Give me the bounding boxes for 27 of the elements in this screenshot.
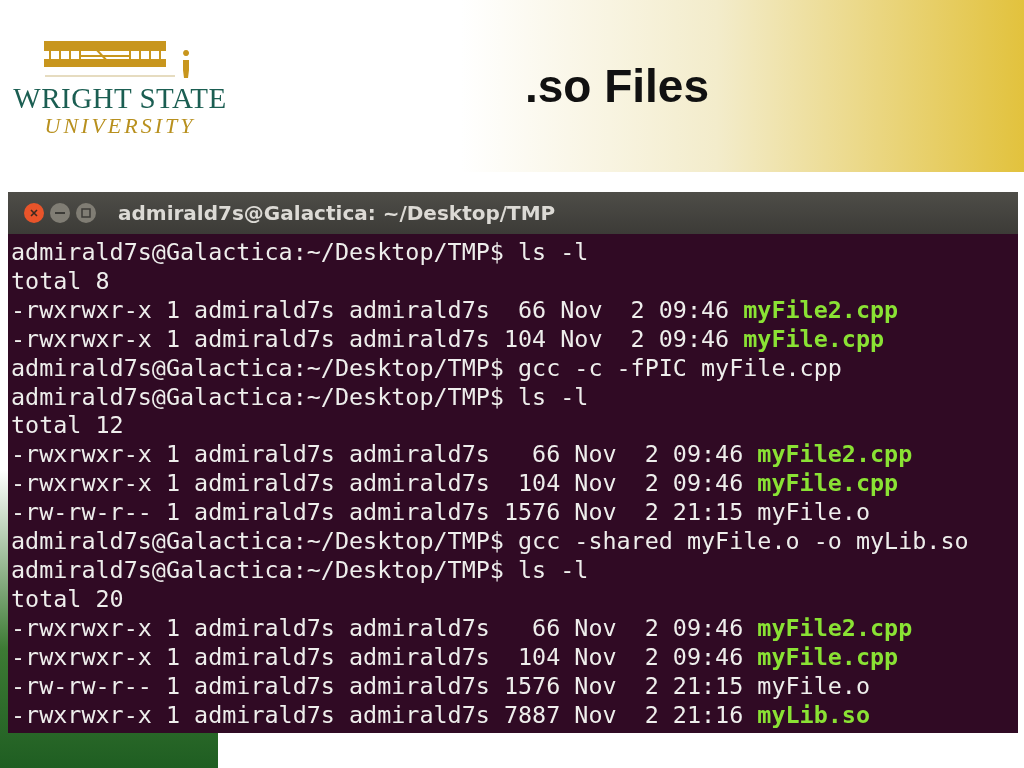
slide-title: .so Files [523,59,711,113]
command-line: admirald7s@Galactica:~/Desktop/TMP$ gcc -c -fPIC myFile.cpp [11,353,842,383]
file-listing-line: -rwxrwxr-x 1 admirald7s admirald7s 66 Nov 2 09:46 myFile2.cpp [11,440,913,470]
command-line: admirald7s@Galactica:~/Desktop/TMP$ ls -l [11,238,589,267]
output-line: total 8 [11,266,110,296]
command-line: admirald7s@Galactica:~/Desktop/TMP$ ls -l [11,555,589,585]
file-listing-line: -rwxrwxr-x 1 admirald7s admirald7s 104 Nov 2 09:46 myFile.cpp [11,324,885,354]
command-line: admirald7s@Galactica:~/Desktop/TMP$ ls -l [11,382,589,412]
file-listing-line: -rwxrwxr-x 1 admirald7s admirald7s 104 Nov 2 09:46 myFile.cpp [11,642,899,672]
file-listing-line: -rwxrwxr-x 1 admirald7s admirald7s 66 Nov 2 09:46 myFile2.cpp [11,295,899,325]
output-line: total 20 [11,584,124,614]
file-listing-line: -rwxrwxr-x 1 admirald7s admirald7s 104 Nov 2 09:46 myFile.cpp [11,469,899,499]
file-listing-line: -rwxrwxr-x 1 admirald7s admirald7s 66 Nov 2 09:46 myFile2.cpp [11,613,913,643]
window-title: admirald7s@Galactica: ~/Desktop/TMP [118,201,556,225]
maximize-icon [81,208,91,218]
output-line: total 12 [11,411,124,441]
maximize-button[interactable] [76,203,96,223]
minimize-button[interactable] [50,203,70,223]
close-icon [29,208,39,218]
close-button[interactable] [24,203,44,223]
file-listing-line: -rw-rw-r-- 1 admirald7s admirald7s 1576 Nov 2 21:15 myFile.o [11,498,870,528]
university-name: WRIGHT STATE [13,82,227,114]
file-listing-line: -rwxrwxr-x 1 admirald7s admirald7s 7887 Nov 2 21:16 myLib.so [11,700,870,730]
command-line: admirald7s@Galactica:~/Desktop/TMP$ gcc -shared myFile.o -o myLib.so [11,527,969,556]
university-subtitle: UNIVERSITY [44,114,196,138]
file-listing-line: -rw-rw-r-- 1 admirald7s admirald7s 1576 Nov 2 21:15 myFile.o [11,671,870,701]
minimize-icon [55,211,65,215]
